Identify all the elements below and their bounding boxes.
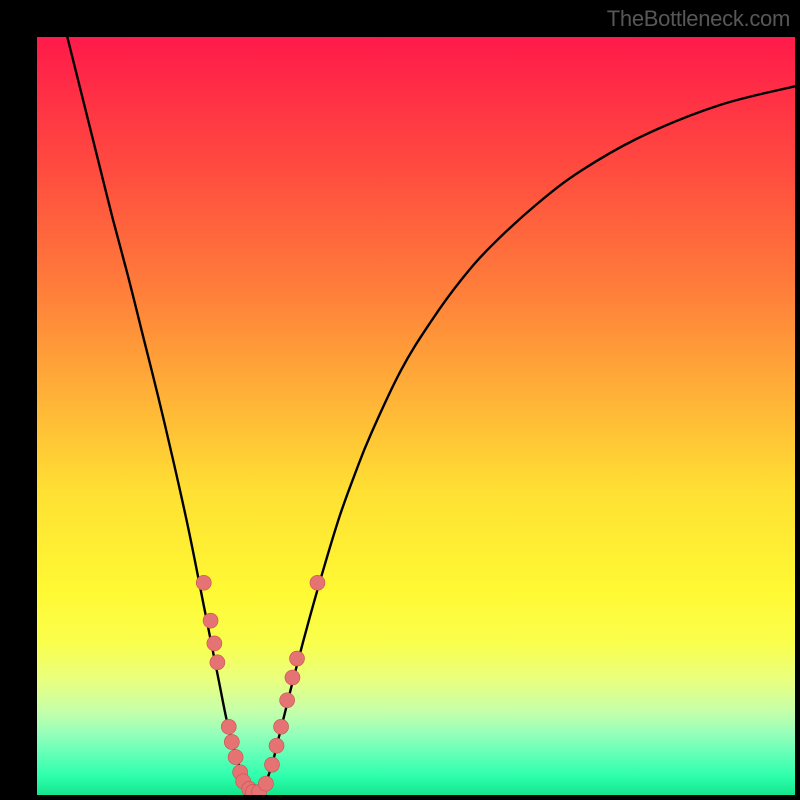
watermark-text: TheBottleneck.com (607, 6, 790, 32)
chart-gradient-area (37, 37, 795, 795)
